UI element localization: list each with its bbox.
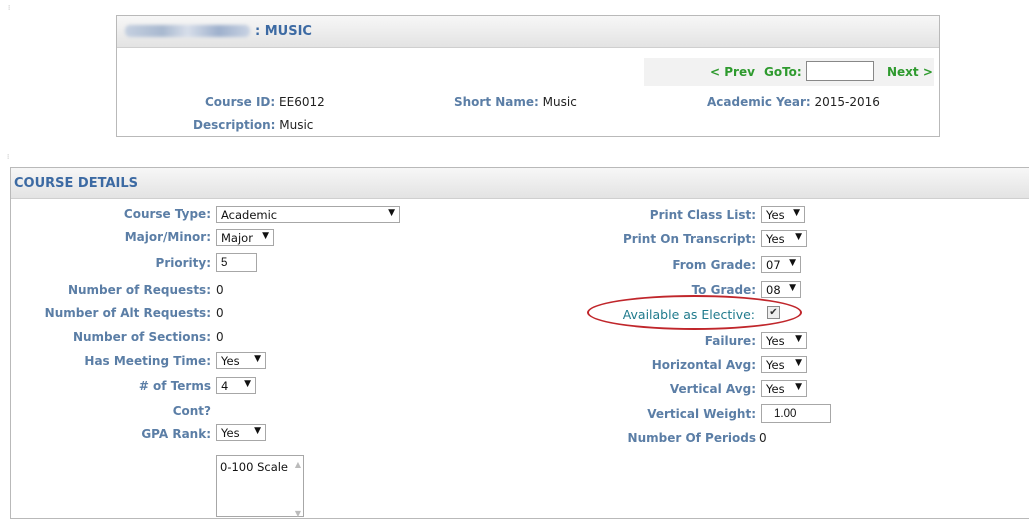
cont-label: Cont? bbox=[172, 404, 211, 418]
num-alt-requests-label: Number of Alt Requests: bbox=[44, 306, 211, 320]
print-on-transcript-select[interactable]: Yes ▼ bbox=[761, 230, 807, 247]
priority-input[interactable] bbox=[216, 253, 257, 272]
num-terms-value: 4 bbox=[221, 379, 229, 393]
major-minor-select[interactable]: Major ▼ bbox=[216, 229, 274, 246]
scale-option[interactable]: 0-100 Scale bbox=[220, 460, 288, 474]
course-id-value: EE6012 bbox=[279, 95, 325, 109]
dropdown-arrow-icon: ▼ bbox=[388, 208, 395, 218]
academic-year-value: 2015-2016 bbox=[814, 95, 880, 109]
course-type-label: Course Type: bbox=[123, 207, 211, 221]
dropdown-arrow-icon: ▼ bbox=[244, 379, 251, 389]
academic-year-label: Academic Year: bbox=[707, 95, 811, 109]
vertical-avg-value: Yes bbox=[766, 382, 785, 396]
num-sections-label: Number of Sections: bbox=[72, 330, 211, 344]
dropdown-arrow-icon: ▼ bbox=[795, 382, 802, 392]
to-grade-select[interactable]: 08 ▼ bbox=[761, 281, 801, 298]
num-terms-label: # of Terms bbox=[138, 379, 211, 393]
scroll-down-icon[interactable]: ▼ bbox=[295, 509, 301, 518]
course-id-field: Course ID: EE6012 bbox=[205, 95, 325, 109]
goto-label: GoTo: bbox=[764, 65, 802, 79]
academic-year-field: Academic Year: 2015-2016 bbox=[707, 95, 880, 109]
horizontal-avg-value: Yes bbox=[766, 358, 785, 372]
from-grade-label: From Grade: bbox=[672, 258, 756, 272]
major-minor-label: Major/Minor: bbox=[124, 230, 211, 244]
vertical-avg-label: Vertical Avg: bbox=[669, 382, 756, 396]
failure-value: Yes bbox=[766, 334, 785, 348]
description-field: Description: Music bbox=[193, 118, 313, 132]
dropdown-arrow-icon: ▼ bbox=[254, 426, 261, 436]
course-type-select[interactable]: Academic ▼ bbox=[216, 206, 400, 223]
dropdown-arrow-icon: ▼ bbox=[789, 258, 796, 268]
horizontal-avg-label: Horizontal Avg: bbox=[651, 358, 756, 372]
vertical-weight-label: Vertical Weight: bbox=[647, 407, 756, 421]
course-title: : MUSIC bbox=[255, 24, 312, 39]
short-name-field: Short Name: Music bbox=[454, 95, 577, 109]
num-requests-label: Number of Requests: bbox=[67, 283, 211, 297]
dropdown-arrow-icon: ▼ bbox=[793, 208, 800, 218]
vertical-weight-input[interactable] bbox=[761, 404, 831, 423]
has-meeting-time-select[interactable]: Yes ▼ bbox=[216, 352, 266, 369]
course-details-title: COURSE DETAILS bbox=[14, 176, 139, 191]
description-value: Music bbox=[279, 118, 314, 132]
failure-label: Failure: bbox=[704, 334, 756, 348]
vertical-avg-select[interactable]: Yes ▼ bbox=[761, 380, 807, 397]
num-periods-label: Number Of Periods bbox=[627, 431, 756, 445]
course-title-bar: : MUSIC bbox=[117, 16, 939, 48]
course-type-value: Academic bbox=[221, 208, 278, 222]
course-header-card: : MUSIC < Prev GoTo: Next > Course ID: E… bbox=[116, 15, 940, 137]
num-alt-requests-value: 0 bbox=[216, 306, 224, 320]
dropdown-arrow-icon: ▼ bbox=[795, 232, 802, 242]
short-name-value: Music bbox=[542, 95, 577, 109]
print-class-list-label: Print Class List: bbox=[649, 208, 756, 222]
has-meeting-time-label: Has Meeting Time: bbox=[84, 354, 211, 368]
from-grade-value: 07 bbox=[766, 258, 781, 272]
dropdown-arrow-icon: ▼ bbox=[795, 358, 802, 368]
horizontal-avg-select[interactable]: Yes ▼ bbox=[761, 356, 807, 373]
print-class-list-select[interactable]: Yes ▼ bbox=[761, 206, 805, 223]
grading-scale-listbox[interactable]: 0-100 Scale ▲ ▼ bbox=[216, 455, 304, 518]
gpa-rank-label: GPA Rank: bbox=[141, 427, 211, 441]
has-meeting-time-value: Yes bbox=[221, 354, 240, 368]
dropdown-arrow-icon: ▼ bbox=[795, 334, 802, 344]
priority-label: Priority: bbox=[155, 256, 211, 270]
prev-link[interactable]: < Prev bbox=[710, 65, 755, 79]
dropdown-arrow-icon: ▼ bbox=[254, 354, 261, 364]
dropdown-arrow-icon: ▼ bbox=[789, 283, 796, 293]
section-marker-icon: ⁞ bbox=[7, 153, 10, 161]
corner-marker-icon: ⁞ bbox=[8, 4, 11, 12]
gpa-rank-value: Yes bbox=[221, 426, 240, 440]
print-on-transcript-label: Print On Transcript: bbox=[622, 232, 756, 246]
dropdown-arrow-icon: ▼ bbox=[262, 231, 269, 241]
print-class-list-value: Yes bbox=[766, 208, 785, 222]
next-link[interactable]: Next > bbox=[887, 65, 933, 79]
redacted-school-name bbox=[125, 25, 250, 37]
course-id-label: Course ID: bbox=[205, 95, 276, 109]
failure-select[interactable]: Yes ▼ bbox=[761, 332, 807, 349]
from-grade-select[interactable]: 07 ▼ bbox=[761, 256, 801, 273]
course-details-header: COURSE DETAILS bbox=[11, 168, 1029, 199]
scroll-up-icon[interactable]: ▲ bbox=[295, 460, 301, 469]
major-minor-value: Major bbox=[221, 231, 253, 245]
highlight-ellipse bbox=[587, 295, 802, 330]
num-periods-value: 0 bbox=[759, 431, 767, 445]
to-grade-value: 08 bbox=[766, 283, 781, 297]
record-navigation: < Prev GoTo: Next > bbox=[644, 58, 934, 86]
gpa-rank-select[interactable]: Yes ▼ bbox=[216, 424, 266, 441]
goto-input[interactable] bbox=[806, 61, 874, 81]
description-label: Description: bbox=[193, 118, 276, 132]
num-sections-value: 0 bbox=[216, 330, 224, 344]
num-requests-value: 0 bbox=[216, 283, 224, 297]
print-on-transcript-value: Yes bbox=[766, 232, 785, 246]
num-terms-select[interactable]: 4 ▼ bbox=[216, 377, 256, 394]
short-name-label: Short Name: bbox=[454, 95, 539, 109]
